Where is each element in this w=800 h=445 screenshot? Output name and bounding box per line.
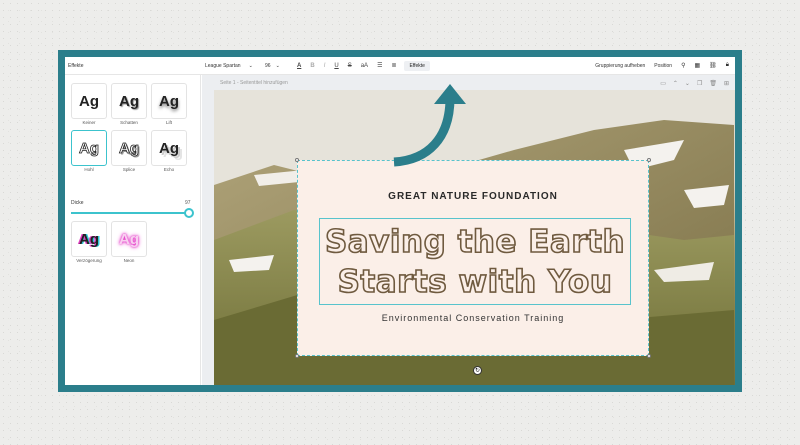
transparency-icon[interactable]: ▦ (695, 62, 701, 69)
thickness-value[interactable]: 97 (185, 200, 191, 206)
font-size-select[interactable]: 96 ⌄ (265, 63, 295, 69)
organization-name[interactable]: GREAT NATURE FOUNDATION (298, 191, 648, 202)
effect-label: Keiner (82, 120, 96, 125)
letter-case-icon[interactable]: aA (361, 63, 368, 69)
italic-icon[interactable]: I (324, 63, 326, 69)
resize-handle[interactable] (647, 158, 651, 162)
effect-none[interactable]: Ag Keiner (71, 83, 107, 128)
bold-icon[interactable]: B (310, 63, 314, 69)
resize-handle[interactable] (295, 158, 299, 162)
font-select[interactable]: League Spartan ⌄ (203, 63, 265, 69)
spacing-icon[interactable]: ≣ (391, 62, 396, 69)
effect-glitch[interactable]: Ag Verzögerung (71, 221, 107, 266)
link-icon[interactable]: ⛓ (709, 62, 717, 69)
duplicate-icon[interactable]: ❐ (697, 80, 702, 87)
headline-line-2: Starts with You (337, 263, 613, 301)
effect-label: Echo (163, 167, 175, 172)
chevron-up-icon[interactable]: ⌃ (673, 80, 678, 87)
headline-selection[interactable]: Saving the Earth Starts with You (319, 218, 631, 305)
effect-label: Verzögerung (76, 258, 102, 263)
strikethrough-icon[interactable]: S (348, 63, 352, 69)
page-title-label[interactable]: Seite 1 - Seitentitel hinzufügen (220, 80, 288, 86)
effect-label: Hohl (84, 167, 94, 172)
effect-label: Lift (165, 120, 172, 125)
resize-handle[interactable] (647, 354, 651, 358)
effect-tile: Ag (111, 221, 147, 257)
lock-icon[interactable]: 🔒︎ (726, 62, 729, 69)
effect-tile: Ag (151, 130, 187, 166)
design-card[interactable]: GREAT NATURE FOUNDATION Saving the Earth… (295, 158, 651, 358)
font-name: League Spartan (205, 62, 241, 69)
effect-lift[interactable]: Ag Lift (151, 83, 187, 128)
top-toolbar: Effekte League Spartan ⌄ 96 ⌄ A B I U S … (65, 57, 735, 75)
effect-tile: Ag (111, 83, 147, 119)
ungroup-button[interactable]: Gruppierung aufheben (595, 63, 645, 69)
effect-shadow[interactable]: Ag Schatten (111, 83, 147, 128)
panel-title: Effekte (68, 62, 84, 69)
effect-tile: Ag (151, 83, 187, 119)
effects-button[interactable]: Effekte (404, 60, 430, 71)
trash-icon[interactable]: 🗑︎ (709, 80, 717, 87)
notes-icon[interactable]: ▭ (660, 80, 666, 87)
thickness-slider-track[interactable] (71, 212, 189, 214)
effect-label: Splice (122, 167, 136, 172)
effect-neon[interactable]: Ag Neon (111, 221, 147, 266)
effect-label: Neon (123, 258, 135, 263)
text-color-icon[interactable]: A (297, 63, 301, 69)
effect-label: Schatten (120, 120, 138, 125)
font-size-value: 96 (265, 62, 271, 69)
effect-hollow[interactable]: Ag Hohl (71, 130, 107, 175)
chevron-down-icon[interactable]: ⌄ (685, 80, 690, 87)
thickness-label: Dicke (71, 200, 84, 206)
effect-splice[interactable]: Ag Splice (111, 130, 147, 175)
effect-tile: Ag (71, 83, 107, 119)
rotate-handle-icon[interactable]: ↻ (473, 366, 482, 375)
effect-tile: Ag (71, 221, 107, 257)
page-tools: ▭ ⌃ ⌄ ❐ 🗑︎ ⊞ (660, 80, 729, 87)
underline-icon[interactable]: U (334, 63, 338, 69)
add-page-icon[interactable]: ⊞ (724, 80, 729, 87)
thickness-slider-handle[interactable] (184, 208, 194, 218)
headline-line-1: Saving the Earth (324, 223, 626, 261)
chevron-down-icon: ⌄ (275, 62, 280, 69)
chevron-down-icon: ⌄ (248, 62, 253, 69)
subtitle-text[interactable]: Environmental Conservation Training (298, 313, 648, 323)
curved-arrow-icon (393, 84, 466, 167)
effect-tile: Ag (111, 130, 147, 166)
effect-echo[interactable]: Ag Echo (151, 130, 187, 175)
effect-tile: Ag (71, 130, 107, 166)
list-icon[interactable]: ☰ (377, 62, 382, 69)
paint-roller-icon[interactable]: ⚲ (681, 62, 685, 69)
effects-panel: Ag Keiner Ag Schatten Ag Lift Ag Hohl Ag (65, 75, 201, 385)
position-button[interactable]: Position (654, 63, 672, 69)
resize-handle[interactable] (295, 354, 299, 358)
